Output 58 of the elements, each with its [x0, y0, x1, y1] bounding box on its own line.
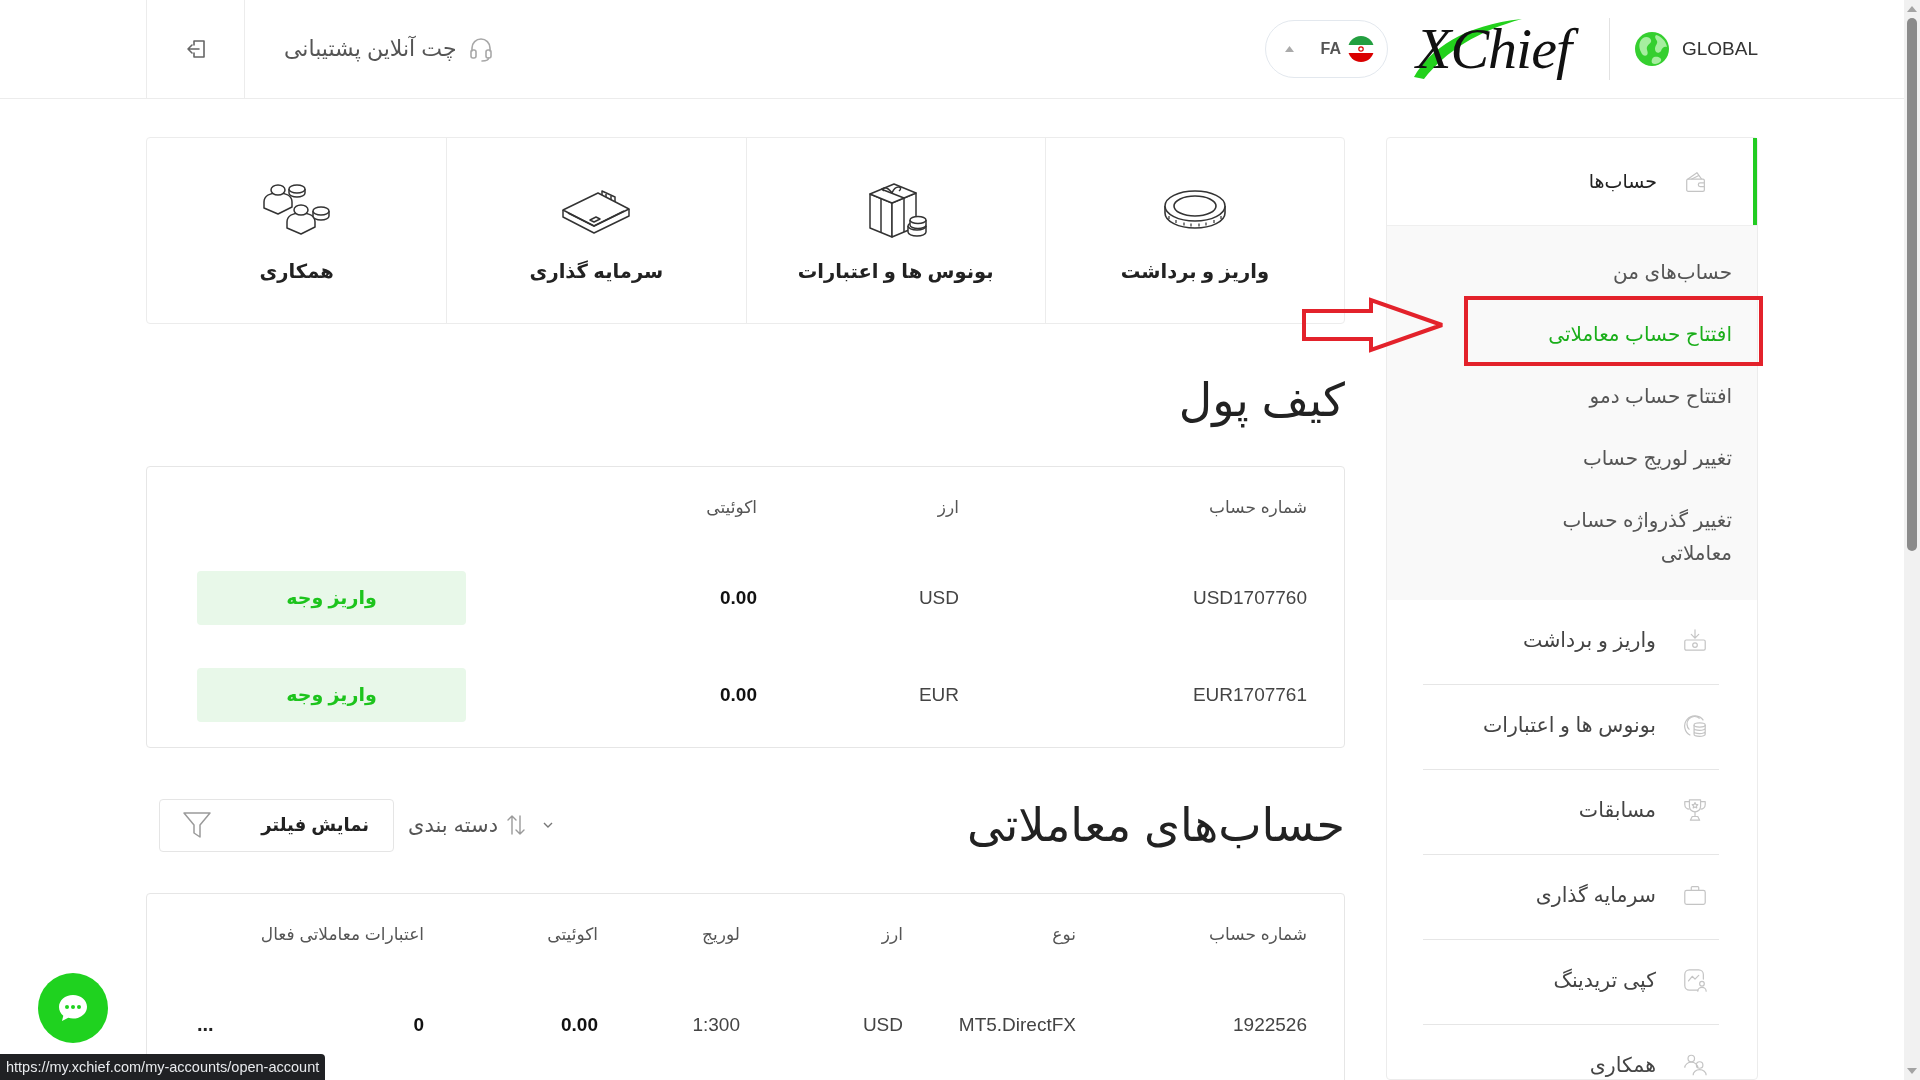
- column-header: شماره حساب: [1208, 924, 1307, 946]
- equity-value: 0.00: [720, 683, 757, 706]
- account-number: USD1707760: [1192, 586, 1307, 609]
- sidebar-item[interactable]: کپی تریدینگ: [1423, 940, 1719, 1025]
- scroll-down-icon[interactable]: [1907, 1068, 1917, 1074]
- currency: EUR: [918, 683, 959, 706]
- column-header: اکوئیتی: [546, 924, 598, 946]
- money-tray-icon: [1682, 627, 1708, 653]
- trophy-icon: [1682, 797, 1708, 823]
- account-type: MT5.DirectFX: [958, 1013, 1076, 1036]
- people-icon: [1682, 1052, 1708, 1078]
- logout-button[interactable]: [146, 0, 245, 98]
- chat-icon: [57, 993, 89, 1023]
- account-number: 1922526: [1233, 1013, 1307, 1036]
- currency: USD: [862, 1013, 903, 1036]
- language-select[interactable]: FA: [1264, 20, 1388, 78]
- sidebar-item[interactable]: مسابقات: [1423, 770, 1719, 855]
- column-header: لوریج: [701, 924, 740, 947]
- region-link[interactable]: GLOBAL: [1633, 31, 1758, 67]
- logout-icon: [184, 38, 207, 60]
- filter-icon: [182, 810, 212, 840]
- column-header: ارز: [936, 497, 959, 519]
- coins-icon: [1682, 712, 1708, 738]
- equity-value: 0.00: [561, 1013, 598, 1036]
- support-chat-link[interactable]: چت آنلاین پشتیبانی: [284, 36, 493, 62]
- sort-arrows-icon: [506, 814, 527, 836]
- globe-icon: [1633, 31, 1670, 67]
- column-header: نوع: [1051, 924, 1076, 947]
- filter-button[interactable]: نمایش فیلتر: [159, 798, 394, 852]
- feature-card[interactable]: سرمایه گذاری: [446, 138, 746, 323]
- currency: USD: [918, 586, 959, 609]
- sidebar-item[interactable]: سرمایه گذاری: [1423, 855, 1719, 940]
- chart-person-icon: [1682, 967, 1708, 993]
- feature-card[interactable]: واریز و برداشت: [1044, 138, 1344, 323]
- sort-dropdown[interactable]: دسته بندی: [408, 813, 554, 837]
- equity-value: 0.00: [720, 586, 757, 609]
- feature-card[interactable]: همکاری: [147, 138, 447, 323]
- credit-value: 0: [413, 1013, 424, 1036]
- caret-icon: [1284, 46, 1294, 52]
- account-number: EUR1707761: [1192, 683, 1307, 706]
- flag-icon: [1347, 36, 1374, 62]
- column-header: شماره حساب: [1208, 497, 1307, 519]
- headset-icon: [468, 36, 493, 62]
- more-actions[interactable]: ...: [197, 1013, 214, 1036]
- column-header: اعتبارات معاملاتی فعال: [259, 924, 424, 946]
- status-url: https://my.xchief.com/my-accounts/open-account: [0, 1054, 326, 1080]
- leverage: 1:300: [692, 1013, 740, 1036]
- column-header: اکوئیتی: [705, 497, 757, 519]
- sidebar-item[interactable]: واریز و برداشت: [1423, 600, 1719, 685]
- column-header: ارز: [880, 924, 903, 946]
- chevron-down-icon: [543, 822, 554, 828]
- scrollbar-thumb[interactable]: [1907, 18, 1917, 551]
- feature-card[interactable]: بونوس ها و اعتبارات: [745, 138, 1045, 323]
- scroll-up-icon[interactable]: [1907, 6, 1917, 12]
- section-title: کیف پول: [1177, 373, 1345, 430]
- section-title: حساب‌های معاملاتی: [967, 798, 1345, 853]
- sidebar-item[interactable]: همکاری: [1423, 1025, 1719, 1079]
- sidebar-item[interactable]: بونوس ها و اعتبارات: [1423, 685, 1719, 770]
